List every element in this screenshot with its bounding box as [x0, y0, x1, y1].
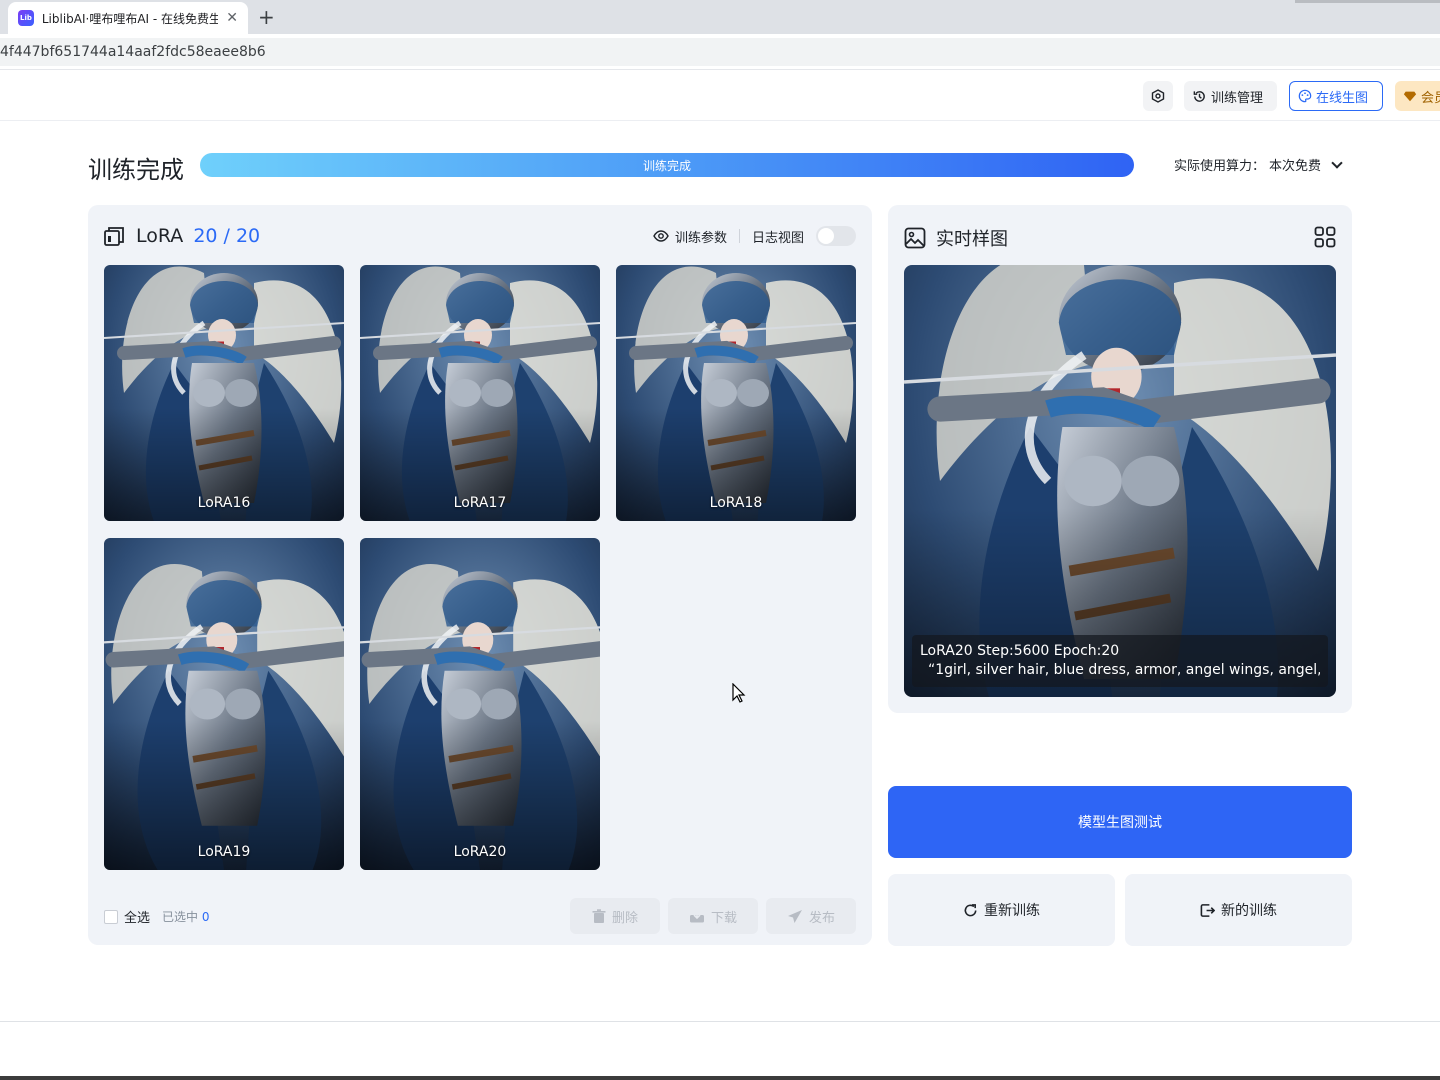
lora-card-label: LoRA20: [453, 844, 507, 860]
taskbar-edge: [0, 1076, 1440, 1080]
divider: [738, 229, 740, 243]
lora-card-label: LoRA17: [453, 495, 507, 511]
delete-label: 删除: [611, 910, 638, 926]
log-view-toggle[interactable]: [816, 226, 856, 246]
page-title: 训练完成: [88, 156, 184, 184]
browser-tab-bar: Lib LiblibAI·哩布哩布AI - 在线免费生图 ✕ +: [0, 0, 1440, 34]
footer-divider: [0, 1021, 1440, 1022]
lora-card-label: LoRA16: [197, 495, 251, 511]
compute-value: 本次免费: [1269, 159, 1322, 174]
new-training-label: 新的训练: [1221, 903, 1277, 919]
app-header: 训练管理 在线生图 会员: [0, 71, 1440, 121]
selected-label: 已选中: [162, 910, 199, 924]
sample-title: 实时样图: [936, 229, 1008, 250]
sample-artwork: [904, 265, 1336, 697]
lora-card-label: LoRA18: [709, 495, 763, 511]
compute-label: 实际使用算力：: [1174, 159, 1266, 174]
history-icon: [1193, 90, 1205, 102]
window-edge: [1295, 0, 1440, 3]
tab-title: LiblibAI·哩布哩布AI - 在线免费生图: [41, 11, 219, 26]
lora-thumbnail: [104, 265, 344, 521]
browser-tab[interactable]: Lib LiblibAI·哩布哩布AI - 在线免费生图 ✕: [8, 2, 248, 34]
lora-count: 20 / 20: [193, 225, 261, 247]
sample-panel-header: 实时样图: [904, 225, 1008, 251]
lora-thumbnail: [360, 265, 600, 521]
sample-image[interactable]: LoRA20 Step:5600 Epoch:20 “1girl, silver…: [904, 265, 1336, 697]
publish-button[interactable]: 发布: [766, 898, 856, 934]
model-stack-icon: [104, 227, 124, 246]
url-text: 4f447bf651744a14aaf2fdc58eaee8b6: [0, 44, 266, 60]
training-manage-label: 训练管理: [1211, 90, 1264, 106]
progress-label: 训练完成: [642, 158, 691, 173]
header-icon-button[interactable]: [1143, 81, 1173, 111]
download-label: 下载: [710, 910, 737, 926]
caption-prompt: “1girl, silver hair, blue dress, armor, …: [928, 662, 1320, 678]
member-label: 会员: [1421, 90, 1440, 106]
new-tab-button[interactable]: +: [258, 6, 275, 28]
selection-bar: 全选 已选中 0: [104, 907, 210, 926]
online-generate-button[interactable]: 在线生图: [1289, 81, 1383, 111]
lora-title: LoRA: [136, 225, 184, 247]
select-all-checkbox[interactable]: [104, 909, 118, 924]
url-field[interactable]: 4f447bf651744a14aaf2fdc58eaee8b6: [0, 38, 1440, 66]
address-bar: 4f447bf651744a14aaf2fdc58eaee8b6: [0, 34, 1440, 70]
sample-panel: 实时样图 LoRA20 Step:5600 Epoch:20 “1girl, s…: [888, 205, 1352, 713]
training-params-link[interactable]: 训练参数: [675, 227, 727, 246]
toggle-knob: [818, 228, 834, 244]
download-icon: [689, 910, 704, 923]
liblib-favicon-icon: Lib: [18, 10, 34, 26]
lora-thumbnail: [616, 265, 856, 521]
lora-card[interactable]: LoRA20: [360, 538, 600, 870]
refresh-icon: [964, 903, 977, 916]
grid-view-icon[interactable]: [1314, 226, 1336, 248]
log-view-label: 日志视图: [751, 230, 804, 246]
caption-step-info: LoRA20 Step:5600 Epoch:20: [920, 643, 1120, 659]
training-manage-button[interactable]: 训练管理: [1184, 81, 1277, 111]
member-button[interactable]: 会员: [1395, 81, 1440, 111]
retrain-label: 重新训练: [984, 903, 1040, 919]
close-tab-icon[interactable]: ✕: [226, 10, 238, 26]
eye-icon: [653, 230, 669, 242]
image-icon: [904, 227, 926, 249]
settings-hex-icon: [1151, 89, 1165, 103]
model-test-label: 模型生图测试: [1078, 815, 1162, 831]
selected-info: 已选中 0: [162, 908, 209, 925]
compute-usage-dropdown[interactable]: 实际使用算力： 本次免费: [1174, 155, 1343, 174]
retrain-button[interactable]: 重新训练: [888, 874, 1115, 946]
lora-card[interactable]: LoRA17: [360, 265, 600, 521]
selected-count: 0: [201, 910, 210, 924]
delete-button[interactable]: 删除: [570, 898, 660, 934]
select-all-label[interactable]: 全选: [124, 907, 150, 926]
training-progress-bar: 训练完成: [200, 153, 1134, 177]
publish-label: 发布: [808, 910, 835, 926]
send-icon: [787, 909, 802, 923]
lora-thumbnail: [360, 538, 600, 870]
model-test-button[interactable]: 模型生图测试: [888, 786, 1352, 858]
lora-card[interactable]: LoRA16: [104, 265, 344, 521]
palette-icon: [1298, 89, 1312, 103]
lora-card-label: LoRA19: [197, 844, 251, 860]
lora-thumbnail: [104, 538, 344, 870]
lora-panel-header: LoRA 20 / 20: [104, 225, 260, 247]
diamond-icon: [1403, 91, 1417, 102]
download-button[interactable]: 下载: [668, 898, 758, 934]
lora-card[interactable]: LoRA19: [104, 538, 344, 870]
lora-card[interactable]: LoRA18: [616, 265, 856, 521]
mouse-cursor-icon: [732, 683, 746, 703]
new-training-button[interactable]: 新的训练: [1125, 874, 1352, 946]
online-generate-label: 在线生图: [1316, 90, 1369, 106]
sample-caption: LoRA20 Step:5600 Epoch:20 “1girl, silver…: [912, 635, 1328, 687]
new-task-icon: [1200, 903, 1215, 917]
trash-icon: [592, 908, 606, 923]
panel-tools: 训练参数 日志视图: [653, 226, 856, 246]
lora-panel: LoRA 20 / 20 训练参数 日志视图 LoRA16 LoRA17 LoR…: [88, 205, 872, 945]
chevron-down-icon: [1331, 156, 1343, 169]
